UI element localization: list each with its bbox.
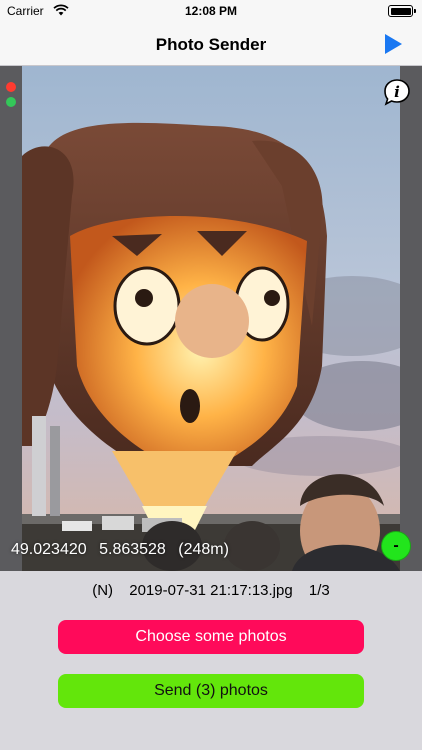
photo-viewer[interactable]: i 49.023420 5.863528 (248m) - [0, 66, 422, 571]
file-flag: (N) [92, 582, 114, 599]
choose-photos-button[interactable]: Choose some photos [58, 620, 364, 654]
balloon-photo [22, 66, 400, 571]
status-time: 12:08 PM [184, 4, 238, 18]
info-bubble-icon[interactable]: i [382, 77, 412, 107]
send-photos-button[interactable]: Send (3) photos [58, 674, 364, 708]
photo-position: 1/3 [308, 582, 330, 599]
status-bar: Carrier 12:08 PM [0, 0, 422, 22]
page-title: Photo Sender [155, 35, 267, 54]
latitude-value: 49.023420 [11, 541, 87, 558]
navigation-bar: Photo Sender [0, 22, 422, 66]
file-name: 2019-07-31 21:17:13.jpg [129, 582, 293, 599]
green-indicator [6, 97, 16, 107]
play-icon[interactable] [382, 32, 404, 56]
svg-text:i: i [394, 83, 400, 101]
remove-photo-button[interactable]: - [381, 531, 411, 561]
battery-icon [388, 5, 416, 17]
longitude-value: 5.863528 [99, 541, 166, 558]
red-indicator [6, 82, 16, 92]
gps-coordinates: 49.023420 5.863528 (248m) [11, 541, 237, 559]
altitude-value: (248m) [178, 541, 229, 558]
file-info: (N) 2019-07-31 21:17:13.jpg 1/3 [0, 582, 422, 599]
